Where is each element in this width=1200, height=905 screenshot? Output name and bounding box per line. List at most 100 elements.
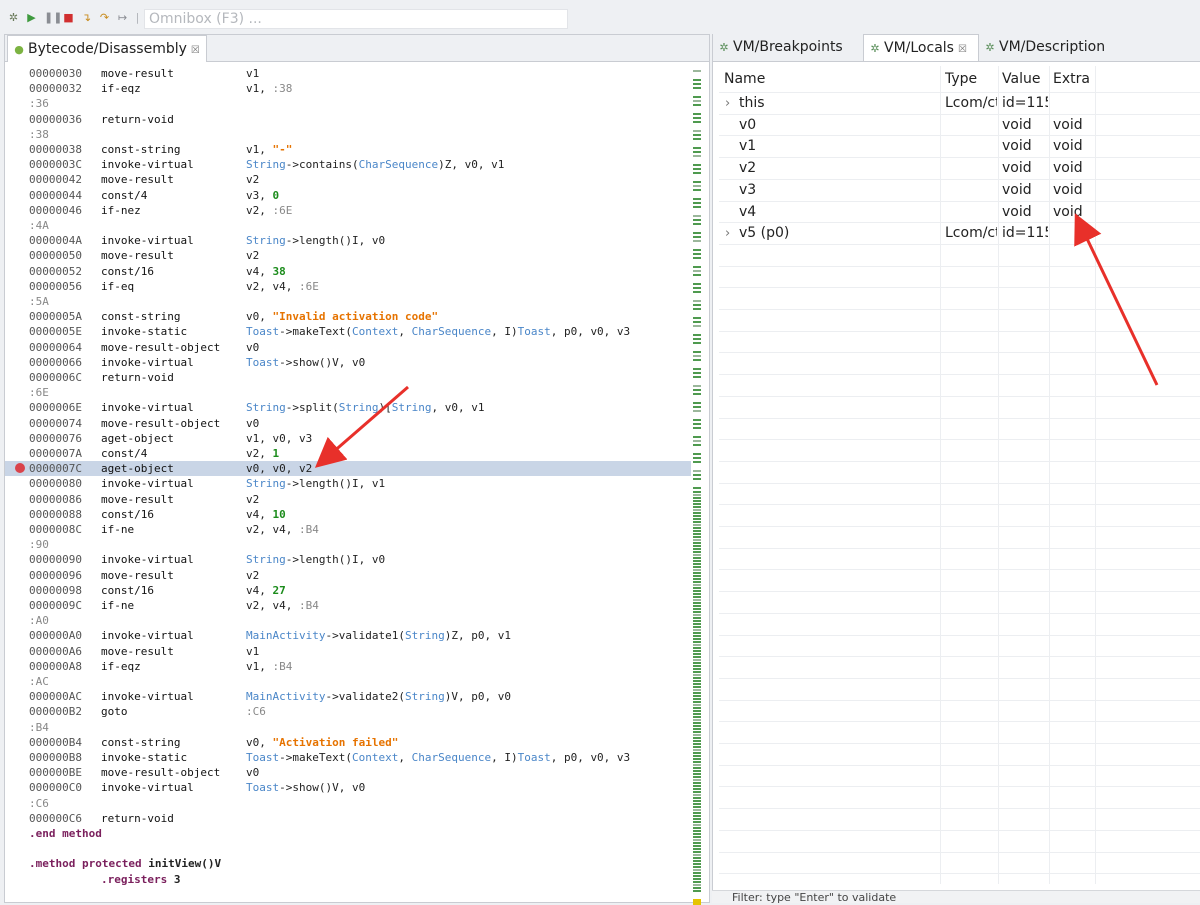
- code-line[interactable]: 00000052 const/16 v4, 38: [5, 264, 691, 279]
- column-header-value[interactable]: Value: [1002, 68, 1040, 90]
- code-token: 1: [272, 447, 280, 460]
- code-operands: String->length()I, v0: [246, 552, 385, 567]
- resume-icon[interactable]: ▶: [25, 11, 38, 24]
- code-address: 00000050: [29, 249, 82, 263]
- column-header-type[interactable]: Type: [945, 68, 977, 90]
- code-label-line[interactable]: :38: [5, 127, 691, 142]
- table-row[interactable]: › this Lcom/ct id=115: [719, 92, 1200, 114]
- code-line[interactable]: 000000BE move-result-object v0: [5, 765, 691, 780]
- chevron-right-icon[interactable]: ›: [725, 223, 730, 244]
- code-label-line[interactable]: :B4: [5, 720, 691, 735]
- code-line[interactable]: 0000006C return-void: [5, 370, 691, 385]
- code-line[interactable]: 000000A8 if-eqz v1, :B4: [5, 659, 691, 674]
- ruler-tick: [693, 100, 701, 102]
- code-line[interactable]: 00000096 move-result v2: [5, 568, 691, 583]
- close-icon[interactable]: ☒: [191, 45, 200, 56]
- code-label-line[interactable]: :6E: [5, 385, 691, 400]
- code-line[interactable]: 00000074 move-result-object v0: [5, 416, 691, 431]
- code-line[interactable]: 00000056 if-eq v2, v4, :6E: [5, 279, 691, 294]
- column-header-extra[interactable]: Extra: [1053, 68, 1090, 90]
- code-line[interactable]: 0000009C if-ne v2, v4, :B4: [5, 598, 691, 613]
- code-line[interactable]: 0000005E invoke-static Toast->makeText(Con…: [5, 324, 691, 339]
- table-row[interactable]: v0 void void: [719, 113, 1200, 136]
- omnibox-input[interactable]: Omnibox (F3) ...: [144, 9, 568, 29]
- code-line[interactable]: 000000B4 const-string v0, "Activation fail…: [5, 735, 691, 750]
- ruler-tick: [693, 845, 701, 847]
- code-line[interactable]: 00000090 invoke-virtual String->length()I,…: [5, 552, 691, 567]
- code-line[interactable]: 00000042 move-result v2: [5, 172, 691, 187]
- code-line[interactable]: 000000A6 move-result v1: [5, 644, 691, 659]
- code-line[interactable]: 00000046 if-nez v2, :6E: [5, 203, 691, 218]
- code-line[interactable]: 0000007C aget-object v0, v0, v2: [5, 461, 691, 477]
- code-directive-line[interactable]: .registers 3: [5, 872, 691, 887]
- table-row[interactable]: v3 void void: [719, 178, 1200, 201]
- code-line[interactable]: 00000076 aget-object v1, v0, v3: [5, 431, 691, 446]
- tab-vm-description[interactable]: ✲ VM/Description: [979, 34, 1129, 61]
- code-label-line[interactable]: :90: [5, 537, 691, 552]
- empty-row: [719, 743, 1200, 765]
- chevron-right-icon[interactable]: ›: [725, 93, 730, 114]
- overview-ruler[interactable]: [691, 68, 703, 898]
- code-label-line[interactable]: :C6: [5, 796, 691, 811]
- code-line[interactable]: 000000A0 invoke-virtual MainActivity->vali…: [5, 628, 691, 643]
- tab-vm-breakpoints[interactable]: ✲ VM/Breakpoints: [713, 34, 863, 61]
- table-row[interactable]: v2 void void: [719, 157, 1200, 179]
- code-line[interactable]: 00000086 move-result v2: [5, 492, 691, 507]
- code-line[interactable]: 000000C6 return-void: [5, 811, 691, 826]
- step-into-icon[interactable]: ↴: [80, 11, 93, 24]
- filter-bar[interactable]: Filter: type "Enter" to validate: [712, 890, 1200, 903]
- code-operands: v2, 1: [246, 446, 279, 461]
- code-line[interactable]: 00000064 move-result-object v0: [5, 340, 691, 355]
- code-token: CharSequence: [411, 325, 492, 339]
- ruler-tick: [693, 872, 701, 874]
- code-line[interactable]: 0000004A invoke-virtual String->length()I,…: [5, 233, 691, 248]
- code-line[interactable]: 00000080 invoke-virtual String->length()I,…: [5, 476, 691, 491]
- code-line[interactable]: 0000008C if-ne v2, v4, :B4: [5, 522, 691, 537]
- code-directive-line[interactable]: .method protected initView()V: [5, 856, 691, 871]
- code-line[interactable]: 000000B8 invoke-static Toast->makeText(Con…: [5, 750, 691, 765]
- empty-row: [719, 287, 1200, 309]
- code-label-line[interactable]: :4A: [5, 218, 691, 233]
- code-label-line[interactable]: :A0: [5, 613, 691, 628]
- code-opcode: move-result: [101, 173, 174, 187]
- code-line[interactable]: 00000088 const/16 v4, 10: [5, 507, 691, 522]
- step-over-icon[interactable]: ↷: [98, 11, 111, 24]
- filter-text[interactable]: Filter: type "Enter" to validate: [732, 891, 896, 903]
- code-line[interactable]: 0000006E invoke-virtual String->split(Stri…: [5, 400, 691, 415]
- tab-bytecode-disassembly[interactable]: ● Bytecode/Disassembly ☒: [7, 35, 207, 62]
- column-header-name[interactable]: Name: [724, 68, 765, 90]
- code-label-line[interactable]: :AC: [5, 674, 691, 689]
- code-label-line[interactable]: :5A: [5, 294, 691, 309]
- table-row[interactable]: › v5 (p0) Lcom/ct id=115: [719, 222, 1200, 244]
- code-label-line[interactable]: :36: [5, 96, 691, 111]
- code-line[interactable]: 00000030 move-result v1: [5, 66, 691, 81]
- code-line[interactable]: 00000044 const/4 v3, 0: [5, 188, 691, 203]
- code-address: 0000003C: [29, 158, 82, 172]
- code-operands: v0: [246, 416, 259, 431]
- code-directive-line[interactable]: [5, 841, 691, 856]
- step-return-icon[interactable]: ↦: [116, 11, 129, 24]
- breakpoint-marker[interactable]: [15, 463, 25, 474]
- code-line[interactable]: 000000B2 goto:C6: [5, 704, 691, 719]
- code-line[interactable]: 00000050 move-result v2: [5, 248, 691, 263]
- table-row[interactable]: v4 void void: [719, 200, 1200, 223]
- table-row[interactable]: v1 void void: [719, 135, 1200, 157]
- stop-icon[interactable]: ■: [62, 11, 75, 24]
- code-directive-line[interactable]: .end method: [5, 826, 691, 841]
- code-line[interactable]: 00000032 if-eqz v1, :38: [5, 81, 691, 96]
- code-line[interactable]: 000000C0 invoke-virtual Toast->show()V, v0: [5, 780, 691, 795]
- code-line[interactable]: 00000098 const/16 v4, 27: [5, 583, 691, 598]
- code-editor[interactable]: 00000030 move-result v1 00000032 if-eqz v1, :…: [5, 64, 691, 902]
- code-line[interactable]: 000000AC invoke-virtual MainActivity->vali…: [5, 689, 691, 704]
- code-line[interactable]: 0000007A const/4 v2, 1: [5, 446, 691, 461]
- tab-vm-locals[interactable]: ✲ VM/Locals ☒: [863, 34, 979, 61]
- pause-icon[interactable]: ❚❚: [44, 11, 62, 24]
- code-line[interactable]: 00000066 invoke-virtual Toast->show()V, v0: [5, 355, 691, 370]
- gear-icon[interactable]: ✲: [7, 11, 20, 24]
- code-line[interactable]: 00000036 return-void: [5, 112, 691, 127]
- close-icon[interactable]: ☒: [958, 44, 967, 55]
- code-line[interactable]: 00000038 const-string v1, "-": [5, 142, 691, 157]
- code-line[interactable]: 0000005A const-string v0, "Invalid activat…: [5, 309, 691, 324]
- code-line[interactable]: 0000003C invoke-virtual String->contains(C…: [5, 157, 691, 172]
- ruler-tick: [693, 725, 701, 727]
